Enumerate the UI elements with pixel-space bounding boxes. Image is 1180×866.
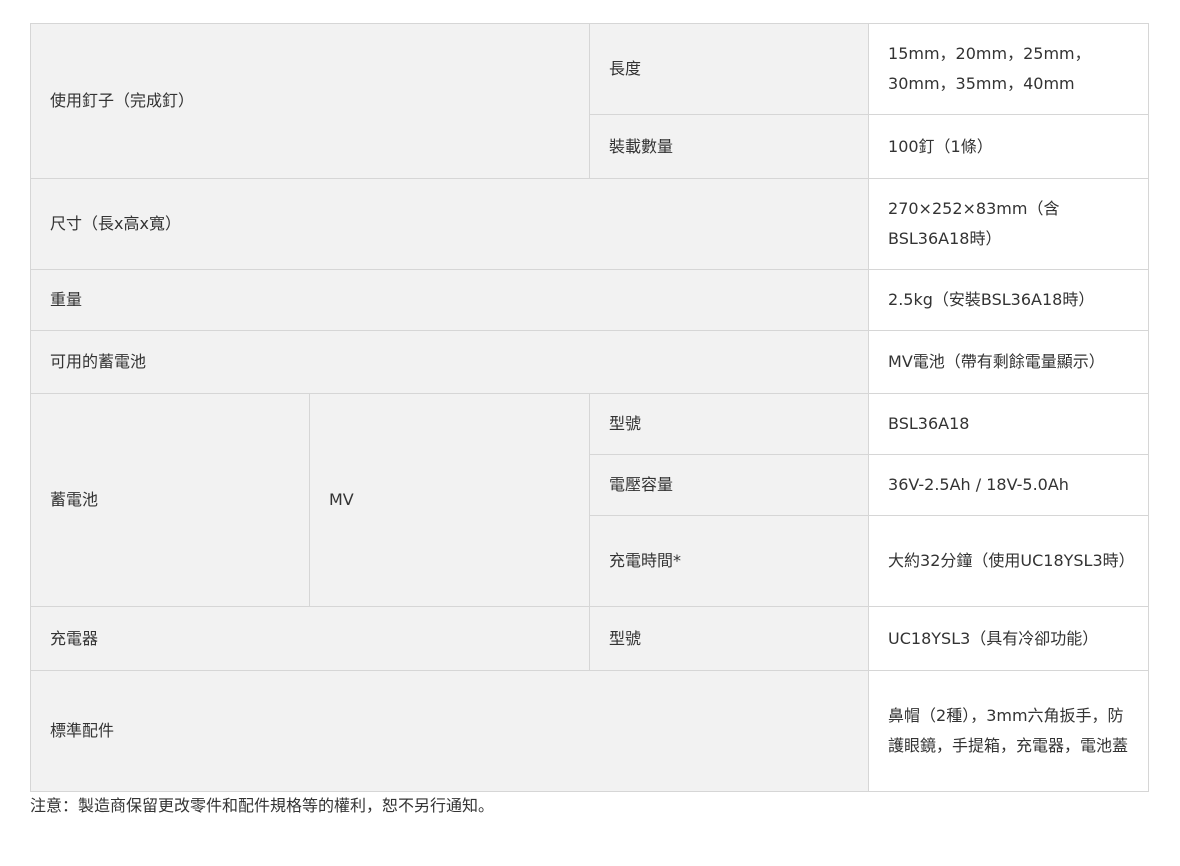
accessories-value: 鼻帽（2種），3mm六角扳手，防護眼鏡，手提箱，充電器，電池蓋 — [868, 670, 1150, 792]
charger-model-value: UC18YSL3（具有冷卻功能） — [868, 606, 1150, 671]
charger-label: 充電器 — [29, 606, 591, 671]
spec-table: 使用釘子（完成釘） 長度 15mm，20mm，25mm，30mm，35mm，40… — [29, 23, 1150, 792]
table-row: 重量 2.5kg（安裝BSL36A18時） — [29, 269, 1150, 331]
weight-value: 2.5kg（安裝BSL36A18時） — [868, 269, 1150, 331]
table-row: 可用的蓄電池 MV電池（帶有剩餘電量顯示） — [29, 330, 1150, 394]
nails-label: 使用釘子（完成釘） — [29, 23, 591, 179]
battery-model-label: 型號 — [589, 393, 870, 455]
charge-time-value: 大約32分鐘（使用UC18YSL3時） — [868, 515, 1150, 607]
table-row: 蓄電池 MV 型號 BSL36A18 — [30, 393, 1150, 607]
charge-time-label: 充電時間* — [589, 515, 870, 607]
accessories-label: 標準配件 — [29, 670, 870, 792]
nail-capacity-value: 100釘（1條） — [868, 114, 1150, 179]
battery-compat-value: MV電池（帶有剩餘電量顯示） — [868, 330, 1150, 394]
battery-label: 蓄電池 — [30, 393, 310, 607]
table-row: 尺寸（長x高x寬） 270×252×83mm（含BSL36A18時） — [29, 178, 1150, 270]
nail-length-label: 長度 — [589, 23, 870, 115]
dimensions-label: 尺寸（長x高x寬） — [29, 178, 870, 270]
battery-voltage-value: 36V-2.5Ah / 18V-5.0Ah — [868, 454, 1150, 516]
nail-capacity-label: 裝載數量 — [589, 114, 870, 179]
battery-voltage-label: 電壓容量 — [589, 454, 870, 516]
battery-type: MV — [308, 393, 591, 607]
weight-label: 重量 — [29, 269, 870, 331]
battery-model-value: BSL36A18 — [868, 393, 1150, 455]
nail-length-value: 15mm，20mm，25mm，30mm，35mm，40mm — [868, 23, 1150, 115]
table-row: 標準配件 鼻帽（2種），3mm六角扳手，防護眼鏡，手提箱，充電器，電池蓋 — [29, 670, 1150, 792]
table-row: 充電器 型號 UC18YSL3（具有冷卻功能） — [29, 606, 1150, 671]
dimensions-value: 270×252×83mm（含BSL36A18時） — [868, 178, 1150, 270]
table-row: 使用釘子（完成釘） 長度 15mm，20mm，25mm，30mm，35mm，40… — [29, 23, 1150, 179]
disclaimer-note: 注意：製造商保留更改零件和配件規格等的權利，恕不另行通知。 — [30, 796, 495, 815]
charger-model-label: 型號 — [589, 606, 870, 671]
battery-compat-label: 可用的蓄電池 — [29, 330, 870, 394]
